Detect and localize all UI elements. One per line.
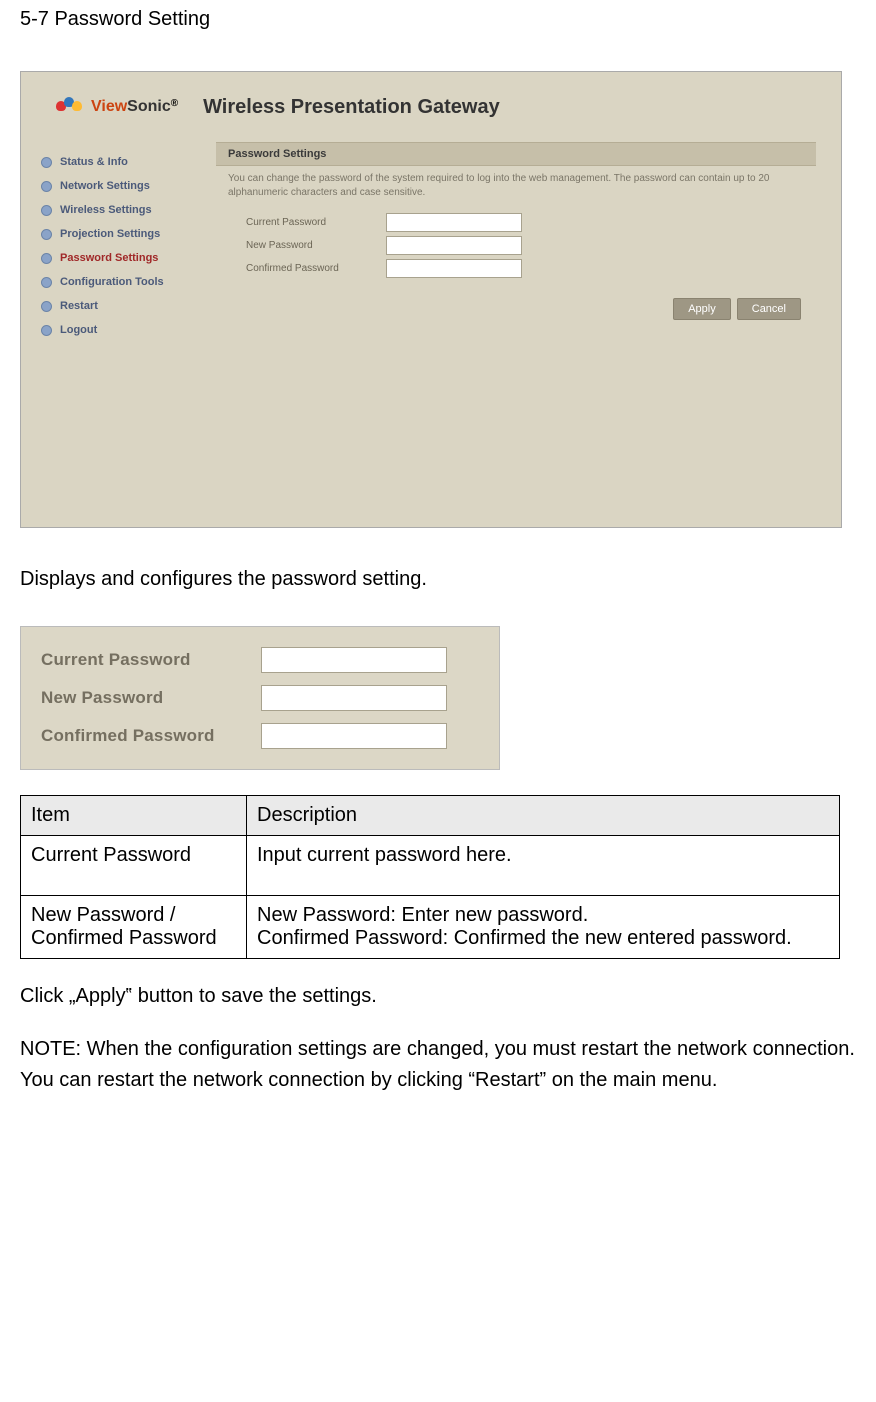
apply-button[interactable]: Apply: [673, 298, 731, 320]
content-panel: Password Settings You can change the pas…: [216, 142, 841, 527]
panel-description: You can change the password of the syste…: [216, 166, 816, 211]
input-new-password[interactable]: [261, 685, 447, 711]
brand-sonic: Sonic: [127, 98, 171, 115]
form-row-confirm: Confirmed Password: [216, 257, 816, 280]
sidebar-item-label: Configuration Tools: [60, 276, 164, 288]
ui-header: ViewSonic® Wireless Presentation Gateway: [21, 72, 841, 142]
sidebar-item-label: Logout: [60, 324, 97, 336]
button-row: Apply Cancel: [216, 280, 816, 320]
closeup-row-confirm: Confirmed Password: [41, 717, 485, 755]
table-cell-desc: Input current password here.: [247, 836, 840, 896]
brand-reg: ®: [171, 98, 178, 109]
table-cell-desc: New Password: Enter new password. Confir…: [247, 896, 840, 959]
sidebar-item-network-settings[interactable]: Network Settings: [21, 174, 216, 198]
table-row: New Password / Confirmed Password New Pa…: [21, 896, 840, 959]
viewsonic-birds-icon: [56, 95, 86, 119]
table-row: Current Password Input current password …: [21, 836, 840, 896]
input-new-password[interactable]: [386, 236, 522, 255]
table-cell-item: Current Password: [21, 836, 247, 896]
sidebar-item-label: Status & Info: [60, 156, 128, 168]
viewsonic-logo: ViewSonic®: [56, 95, 178, 119]
screenshot-main-ui: ViewSonic® Wireless Presentation Gateway…: [20, 71, 842, 528]
bullet-icon: [41, 157, 52, 168]
sidebar-item-status-info[interactable]: Status & Info: [21, 150, 216, 174]
input-current-password[interactable]: [261, 647, 447, 673]
label-current-password: Current Password: [246, 217, 386, 228]
bullet-icon: [41, 205, 52, 216]
sidebar-item-logout[interactable]: Logout: [21, 318, 216, 342]
form-row-new: New Password: [216, 234, 816, 257]
bullet-icon: [41, 181, 52, 192]
sidebar-item-projection-settings[interactable]: Projection Settings: [21, 222, 216, 246]
sidebar-item-label: Restart: [60, 300, 98, 312]
cancel-button[interactable]: Cancel: [737, 298, 801, 320]
description-table: Item Description Current Password Input …: [20, 795, 840, 959]
apply-instruction: Click „Apply‟ button to save the setting…: [20, 981, 856, 1012]
note-text: NOTE: When the configuration settings ar…: [20, 1034, 856, 1096]
screenshot-form-closeup: Current Password New Password Confirmed …: [20, 626, 500, 770]
document-page: 5-7 Password Setting ViewSonic® Wireless…: [0, 0, 876, 1148]
table-header-description: Description: [247, 796, 840, 836]
label-confirmed-password: Confirmed Password: [246, 263, 386, 274]
sidebar-nav: Status & Info Network Settings Wireless …: [21, 142, 216, 527]
input-confirmed-password[interactable]: [261, 723, 447, 749]
form-row-current: Current Password: [216, 211, 816, 234]
bullet-icon: [41, 253, 52, 264]
sidebar-item-label: Wireless Settings: [60, 204, 152, 216]
sidebar-item-label: Password Settings: [60, 252, 158, 264]
sidebar-item-label: Network Settings: [60, 180, 150, 192]
sidebar-item-wireless-settings[interactable]: Wireless Settings: [21, 198, 216, 222]
label-new-password: New Password: [41, 688, 261, 708]
closeup-row-current: Current Password: [41, 641, 485, 679]
sidebar-item-restart[interactable]: Restart: [21, 294, 216, 318]
brand-view: View: [91, 98, 127, 115]
label-new-password: New Password: [246, 240, 386, 251]
closeup-row-new: New Password: [41, 679, 485, 717]
table-header-item: Item: [21, 796, 247, 836]
input-confirmed-password[interactable]: [386, 259, 522, 278]
bullet-icon: [41, 229, 52, 240]
sidebar-item-password-settings[interactable]: Password Settings: [21, 246, 216, 270]
brand-text: ViewSonic®: [91, 98, 178, 116]
sidebar-item-configuration-tools[interactable]: Configuration Tools: [21, 270, 216, 294]
label-current-password: Current Password: [41, 650, 261, 670]
panel-heading: Password Settings: [216, 142, 816, 166]
ui-title: Wireless Presentation Gateway: [203, 96, 500, 119]
section-heading: 5-7 Password Setting: [20, 8, 856, 31]
label-confirmed-password: Confirmed Password: [41, 726, 261, 746]
caption-text: Displays and configures the password set…: [20, 568, 856, 591]
bullet-icon: [41, 301, 52, 312]
bullet-icon: [41, 277, 52, 288]
table-cell-item: New Password / Confirmed Password: [21, 896, 247, 959]
bullet-icon: [41, 325, 52, 336]
input-current-password[interactable]: [386, 213, 522, 232]
sidebar-item-label: Projection Settings: [60, 228, 160, 240]
